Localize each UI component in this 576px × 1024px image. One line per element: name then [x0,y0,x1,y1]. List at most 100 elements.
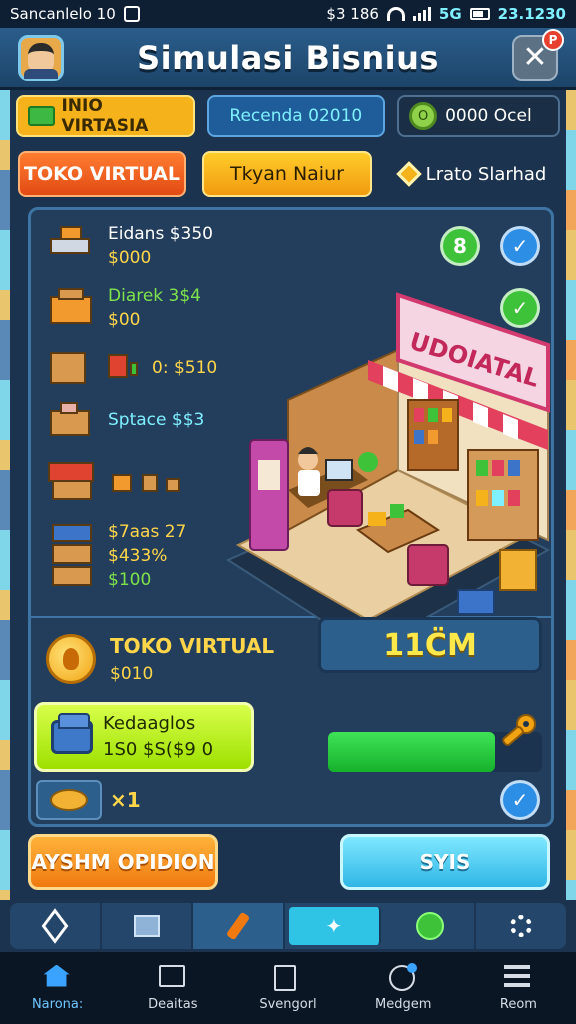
resource-item-diarek[interactable]: Diarek 3$4 $00 [46,284,201,332]
tab-toko-virtual[interactable]: TOKO VIRTUAL [18,151,186,197]
inventory-slot[interactable] [36,780,102,820]
computer-monitor [325,459,353,481]
upgrade-progress-fill [328,732,495,772]
tool-bar: ✦ [10,903,566,949]
store-name: TOKO VIRTUAL [110,634,275,658]
avatar-face-icon [24,42,58,79]
tab-lrato-slarhad[interactable]: Lrato Slarhad [388,151,558,197]
right-scenery-strip [566,80,576,900]
battery-icon [469,8,490,20]
tool-sparkle[interactable]: ✦ [289,907,381,945]
status-time: 23.1230 [497,5,566,23]
nav-reom[interactable]: Reom [461,952,576,1024]
notification-icon [123,6,140,22]
paint-brush-icon [226,911,251,941]
status-right-text: $3 186 [326,5,379,23]
store-bin [457,589,495,615]
status-left-text: Sancanlelo 10 [10,5,116,23]
tool-settings[interactable] [476,903,566,949]
wrench-icon[interactable] [498,712,538,752]
green-character-icon [415,912,444,940]
stacked-crates-icon [46,520,98,592]
bottom-nav: Narona: Deaitas Svengorl Medgem Reom [0,952,576,1024]
boxes-icon [46,346,142,390]
currency-virtual-label: INIO VIRTASIA [61,96,149,136]
nav-home[interactable]: Narona: [0,952,115,1024]
nav-svengorl[interactable]: Svengorl [230,952,345,1024]
currency-virtual[interactable]: INIO VIRTASIA [16,95,195,137]
tray-icon [50,789,88,811]
shopkeeper-body [298,470,320,496]
store-armchair [407,544,449,586]
resource-item-eidans[interactable]: Eidans $350 $000 [46,222,213,270]
close-button[interactable]: ✕ P [512,28,564,81]
nav-details-label: Deaitas [148,996,198,1012]
home-icon [43,964,70,987]
network-label: 5G [438,5,462,23]
cube-icon [41,908,69,944]
tool-character[interactable] [385,903,477,949]
avatar[interactable] [18,34,64,81]
tool-build[interactable] [10,903,102,949]
upgrade-card[interactable]: Kedaaglos 1S0 $S($9 0 [34,702,254,772]
tool-floor[interactable] [102,903,194,949]
resource-mixed-value: 0: $510 [152,358,218,378]
door-poster [258,460,280,490]
store-coin-icon [46,634,96,684]
resource-item-materials[interactable] [46,458,196,502]
store-chair [327,489,363,527]
menu-icon [504,964,531,987]
gear-icon [510,915,533,937]
resource-stacks-line1: $7aas 27 [108,522,187,542]
upgrade-card-title: Kedaaglos [103,713,196,734]
options-button[interactable]: AYSHM OPIDION [28,834,218,890]
nav-details[interactable]: Deaitas [115,952,230,1024]
confirm-check-icon[interactable]: ✓ [500,226,540,266]
level-badge-button[interactable]: 8 [440,226,480,266]
sys-button[interactable]: SYIS [340,834,550,890]
left-scenery-strip [0,80,10,900]
timer-icon [389,962,418,991]
status-bar: Sancanlelo 10 $3 186 5G 23.1230 [0,0,576,28]
nav-medgem[interactable]: Medgem [346,952,461,1024]
nav-home-label: Narona: [31,996,84,1012]
coin-icon: O [409,102,438,130]
sofa-icon [51,713,93,754]
crate-icon [46,398,98,442]
currency-recenda[interactable]: Recenda 02010 [206,95,386,137]
resource-diarek-name: Diarek 3$4 [108,286,202,306]
resource-stacks-line2: $433% [108,546,168,566]
currency-coins[interactable]: O 0000 Ocel [397,95,560,137]
currency-row: INIO VIRTASIA Recenda 02010 O 0000 Ocel [16,95,560,139]
notification-badge: P [542,28,564,51]
resource-item-mixed[interactable]: 0: $510 [46,346,217,390]
nav-reom-label: Reom [499,996,537,1012]
tab-tkyan-naiur[interactable]: Tkyan Naiur [202,151,372,197]
tool-paint[interactable] [193,903,286,949]
diamond-icon [395,161,422,187]
basket-icon [46,286,98,330]
nav-svengorl-label: Svengorl [259,996,317,1012]
resource-eidans-value: $000 [108,248,152,268]
header: Simulasi Bisnius ✕ P [0,28,576,90]
document-icon [274,964,296,991]
resource-stacks-line3: $100 [108,570,152,590]
store-counter: 11C̈M [318,617,542,673]
inventory-icon [158,964,185,987]
store-value: $010 [110,664,154,684]
inventory-check-icon[interactable]: ✓ [500,780,540,820]
resource-sptace-name: Sptace $$3 [108,410,205,430]
tab-lrato-slarhad-label: Lrato Slarhad [425,163,547,185]
store-crate [499,549,537,591]
resource-eidans-name: Eidans $350 [108,224,213,244]
resource-item-stacks[interactable]: $7aas 27 $433% $100 [46,520,186,592]
money-icon [28,106,56,126]
upgrade-card-price: 1S0 $S($9 0 [103,739,214,760]
signal-icon [412,7,431,21]
inventory-multiplier: ×1 [110,788,141,812]
page-title: Simulasi Bisnius [137,38,439,77]
resource-diarek-value: $00 [108,310,141,330]
wifi-icon [386,7,405,21]
resource-item-sptace[interactable]: Sptace $$3 [46,398,204,442]
store-door [249,439,289,551]
